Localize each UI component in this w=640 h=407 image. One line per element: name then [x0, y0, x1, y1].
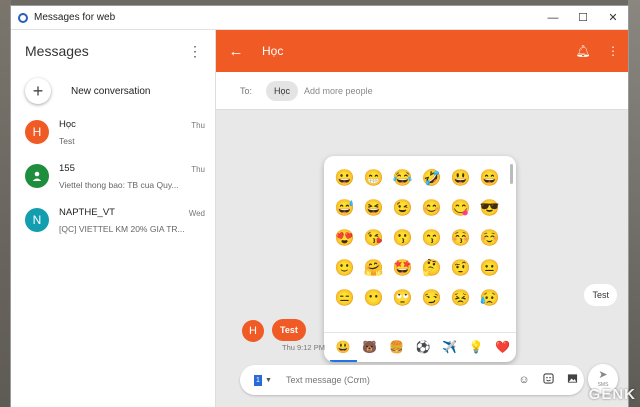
- new-conversation-label: New conversation: [71, 85, 151, 97]
- emoji-item[interactable]: 🤨: [446, 254, 475, 284]
- plus-icon: +: [25, 78, 51, 104]
- emoji-item[interactable]: 😆: [359, 194, 388, 224]
- conversation-title: Học: [262, 44, 284, 58]
- more-options-icon[interactable]: ⋮: [183, 44, 207, 58]
- emoji-icon[interactable]: ☺: [512, 374, 536, 386]
- emoji-category-tabs: 😃 🐻 🍔 ⚽ ✈️ 💡 ❤️: [324, 332, 516, 362]
- emoji-item[interactable]: 😁: [359, 164, 388, 194]
- emoji-tab-animals[interactable]: 🐻: [357, 333, 384, 362]
- to-label: To:: [240, 85, 253, 96]
- avatar-initial: H: [32, 125, 42, 139]
- recipients-row: To: Học Add more people: [216, 72, 628, 110]
- emoji-item[interactable]: 🙂: [330, 254, 359, 284]
- minimize-button[interactable]: —: [538, 6, 568, 30]
- wallpaper-right: [628, 0, 640, 407]
- emoji-item[interactable]: 😄: [475, 164, 504, 194]
- emoji-tab-travel[interactable]: ✈️: [436, 333, 463, 362]
- emoji-tab-smileys[interactable]: 😃: [330, 333, 357, 362]
- emoji-item[interactable]: 😀: [330, 164, 359, 194]
- emoji-item[interactable]: ☺️: [475, 224, 504, 254]
- emoji-item[interactable]: 😑: [330, 284, 359, 314]
- emoji-item[interactable]: 😐: [475, 254, 504, 284]
- conversation-snippet: Test: [59, 136, 75, 146]
- avatar: N: [25, 208, 49, 232]
- emoji-item[interactable]: 😚: [446, 224, 475, 254]
- emoji-item[interactable]: 🤩: [388, 254, 417, 284]
- conversation-name: NAPTHE_VT: [59, 207, 115, 218]
- emoji-item[interactable]: 😎: [475, 194, 504, 224]
- conversation-header: ← Học 🔔︎ ⋮: [216, 30, 628, 72]
- emoji-item[interactable]: 😘: [359, 224, 388, 254]
- conversation-pane: ← Học 🔔︎ ⋮ To: Học Add more people 😀 😁 😂 🤣 😃…: [216, 30, 628, 407]
- emoji-item[interactable]: 🤣: [417, 164, 446, 194]
- emoji-item[interactable]: 🙄: [388, 284, 417, 314]
- window-title: Messages for web: [34, 12, 116, 23]
- send-icon: ➤: [598, 369, 608, 381]
- emoji-item[interactable]: 🤔: [417, 254, 446, 284]
- conversation-name: Học: [59, 119, 76, 130]
- emoji-item[interactable]: 😅: [330, 194, 359, 224]
- title-bar: Messages for web — ☐ ✕: [11, 6, 628, 30]
- emoji-item[interactable]: 😂: [388, 164, 417, 194]
- emoji-item[interactable]: 😥: [475, 284, 504, 314]
- emoji-item[interactable]: 😍: [330, 224, 359, 254]
- recipient-chip[interactable]: Học: [266, 80, 299, 101]
- outgoing-message: Test: [272, 319, 306, 341]
- genk-watermark: GENK: [588, 386, 636, 403]
- emoji-picker: 😀 😁 😂 🤣 😃 😄 😅 😆 😉 😊 😋 😎 😍 😘 😗 😙 😚 ☺️ 🙂 🤗 🤩 🤔 🤨 😐 😑 😶 🙄 😏 😣 😥 😃 🐻 🍔 ⚽ ✈️ 💡 ❤…: [324, 156, 516, 362]
- emoji-item[interactable]: 😶: [359, 284, 388, 314]
- emoji-item[interactable]: 😗: [388, 224, 417, 254]
- sidebar-header: Messages ⋮: [11, 30, 215, 72]
- conversation-snippet: Viettel thong bao: TB cua Quy...: [59, 180, 179, 190]
- close-button[interactable]: ✕: [598, 6, 628, 30]
- avatar: [25, 164, 49, 188]
- sim-selector[interactable]: 1: [254, 374, 262, 386]
- back-arrow-icon[interactable]: ←: [216, 43, 256, 60]
- conversation-time: Thu: [191, 121, 205, 130]
- message-input[interactable]: [285, 375, 512, 385]
- conversation-item[interactable]: 155 Viettel thong bao: TB cua Quy... Thu: [11, 154, 215, 198]
- emoji-tab-sports[interactable]: ⚽: [410, 333, 437, 362]
- emoji-item[interactable]: 😉: [388, 194, 417, 224]
- app-logo-icon: [18, 12, 28, 23]
- bell-icon[interactable]: 🔔︎: [568, 44, 598, 58]
- wallpaper-left: [0, 0, 11, 407]
- conversation-time: Thu: [191, 165, 205, 174]
- conversation-time: Wed: [188, 209, 205, 218]
- sticker-icon[interactable]: [536, 373, 560, 387]
- person-icon: [32, 171, 42, 181]
- emoji-item[interactable]: 😣: [446, 284, 475, 314]
- conversation-item[interactable]: N NAPTHE_VT [QC] VIETTEL KM 20% GIA TR..…: [11, 198, 215, 242]
- emoji-item[interactable]: 😙: [417, 224, 446, 254]
- message-timestamp: Thu 9:12 PM: [282, 343, 325, 352]
- emoji-scrollbar[interactable]: [510, 164, 513, 184]
- emoji-tab-symbols[interactable]: ❤️: [489, 333, 516, 362]
- new-conversation-button[interactable]: + New conversation: [11, 72, 215, 110]
- message-composer: 1 ▼ ☺: [240, 365, 584, 395]
- emoji-grid: 😀 😁 😂 🤣 😃 😄 😅 😆 😉 😊 😋 😎 😍 😘 😗 😙 😚 ☺️ 🙂 🤗 🤩 🤔 🤨 😐 😑 😶 🙄 😏 😣 😥: [330, 164, 504, 314]
- avatar: H: [25, 120, 49, 144]
- image-icon[interactable]: [560, 373, 584, 387]
- chevron-down-icon[interactable]: ▼: [265, 377, 272, 384]
- avatar: H: [242, 320, 264, 342]
- sidebar: Messages ⋮ + New conversation H Học Test…: [11, 30, 216, 407]
- more-options-icon[interactable]: ⋮: [598, 44, 628, 58]
- add-people-input[interactable]: Add more people: [304, 86, 373, 96]
- conversation-snippet: [QC] VIETTEL KM 20% GIA TR...: [59, 224, 185, 234]
- emoji-tab-food[interactable]: 🍔: [383, 333, 410, 362]
- emoji-item[interactable]: 😋: [446, 194, 475, 224]
- emoji-item[interactable]: 😊: [417, 194, 446, 224]
- conversation-name: 155: [59, 163, 75, 174]
- emoji-item[interactable]: 😃: [446, 164, 475, 194]
- conversation-item[interactable]: H Học Test Thu: [11, 110, 215, 154]
- incoming-message: Test: [584, 284, 617, 306]
- sidebar-title: Messages: [25, 43, 89, 59]
- avatar-initial: N: [32, 213, 42, 227]
- emoji-item[interactable]: 😏: [417, 284, 446, 314]
- maximize-button[interactable]: ☐: [568, 6, 598, 30]
- app-window: Messages for web — ☐ ✕ Messages ⋮ + New …: [11, 6, 628, 407]
- emoji-tab-objects[interactable]: 💡: [463, 333, 490, 362]
- emoji-item[interactable]: 🤗: [359, 254, 388, 284]
